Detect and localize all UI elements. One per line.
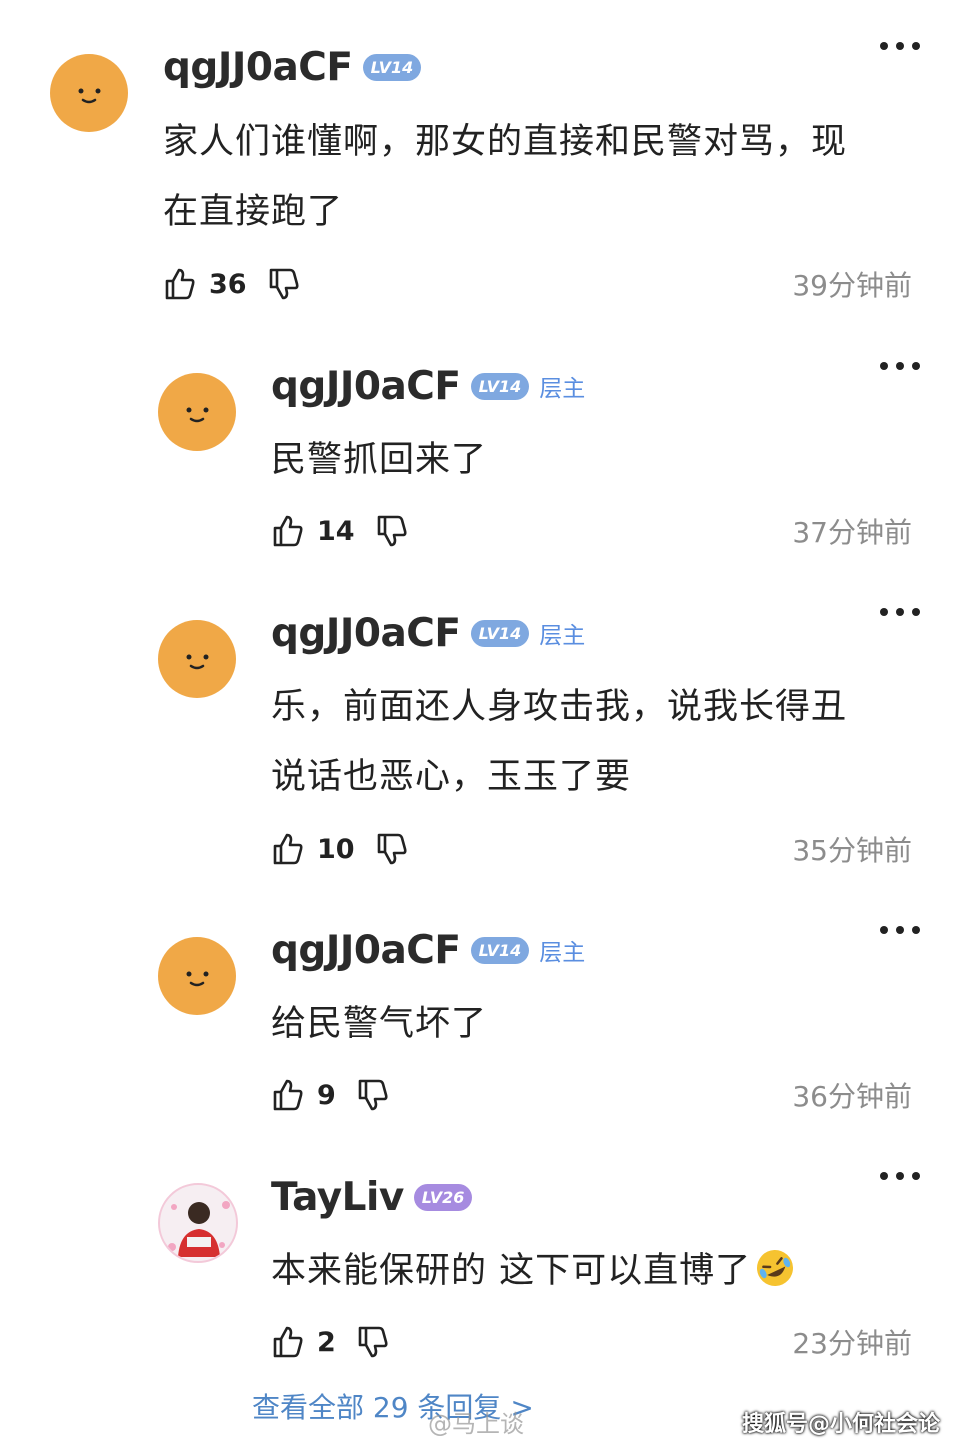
username[interactable]: qgJJ0aCF xyxy=(271,364,461,409)
like-icon[interactable] xyxy=(163,267,197,301)
level-badge: LV14 xyxy=(470,372,530,400)
comment-content: 乐，前面还人身攻击我，说我长得丑 说话也恶心，玉玉了要 xyxy=(271,672,847,812)
dislike-icon[interactable] xyxy=(356,1078,390,1112)
avatar[interactable] xyxy=(50,54,128,132)
like-icon[interactable] xyxy=(271,1325,305,1359)
timestamp: 39分钟前 xyxy=(792,269,912,302)
content-line: 在直接跑了 xyxy=(163,192,344,232)
level-badge: LV14 xyxy=(470,936,530,964)
dislike-icon[interactable] xyxy=(267,267,301,301)
username[interactable]: qgJJ0aCF xyxy=(271,928,461,973)
username[interactable]: qgJJ0aCF xyxy=(163,45,353,90)
op-tag: 层主 xyxy=(539,940,586,966)
avatar[interactable] xyxy=(158,1183,238,1263)
dislike-icon[interactable] xyxy=(375,832,409,866)
comment-content: 民警抓回来了 xyxy=(271,425,487,495)
level-badge: LV14 xyxy=(362,53,422,81)
content-text: 本来能保研的 这下可以直博了 xyxy=(271,1251,752,1291)
smiley-face-icon xyxy=(186,654,209,670)
avatar[interactable] xyxy=(158,937,236,1015)
more-icon[interactable] xyxy=(880,360,920,372)
like-count: 10 xyxy=(317,833,355,865)
like-count: 36 xyxy=(209,268,247,300)
timestamp: 35分钟前 xyxy=(792,834,912,867)
smiley-face-icon xyxy=(186,407,209,423)
like-count: 2 xyxy=(317,1326,336,1358)
action-bar: 2 xyxy=(271,1322,390,1362)
action-bar: 10 xyxy=(271,829,409,869)
smiley-face-icon xyxy=(78,88,101,104)
more-icon[interactable] xyxy=(880,40,920,52)
action-bar: 9 xyxy=(271,1075,390,1115)
like-count: 9 xyxy=(317,1079,336,1111)
content-line: 乐，前面还人身攻击我，说我长得丑 xyxy=(271,687,848,727)
dislike-icon[interactable] xyxy=(375,514,409,548)
comment-content: 家人们谁懂啊，那女的直接和民警对骂，现 在直接跑了 xyxy=(163,107,847,247)
content-line: 说话也恶心，玉玉了要 xyxy=(271,757,632,797)
rofl-emoji-icon xyxy=(757,1250,794,1286)
content-line: 本来能保研的 这下可以直博了 xyxy=(271,1236,795,1306)
op-tag: 层主 xyxy=(539,623,586,649)
timestamp: 36分钟前 xyxy=(792,1080,912,1113)
op-tag: 层主 xyxy=(539,376,586,402)
like-icon[interactable] xyxy=(271,1078,305,1112)
like-icon[interactable] xyxy=(271,514,305,548)
username[interactable]: TayLiv xyxy=(271,1175,404,1220)
dislike-icon[interactable] xyxy=(356,1325,390,1359)
name-row: qgJJ0aCF LV14 层主 xyxy=(271,608,585,658)
more-icon[interactable] xyxy=(880,1170,920,1182)
avatar[interactable] xyxy=(158,373,236,451)
content-line: 民警抓回来了 xyxy=(271,440,488,480)
watermark: 搜狐号@小何社会论 xyxy=(741,1412,940,1437)
timestamp: 23分钟前 xyxy=(792,1327,912,1360)
timestamp: 37分钟前 xyxy=(792,516,912,549)
name-row: qgJJ0aCF LV14 层主 xyxy=(271,925,585,975)
name-row: TayLiv LV26 xyxy=(271,1172,473,1222)
more-icon[interactable] xyxy=(880,606,920,618)
more-icon[interactable] xyxy=(880,924,920,936)
action-bar: 36 xyxy=(163,264,301,304)
content-line: 给民警气坏了 xyxy=(271,1004,488,1044)
comment-content: 给民警气坏了 xyxy=(271,989,487,1059)
like-count: 14 xyxy=(317,515,355,547)
username[interactable]: qgJJ0aCF xyxy=(271,611,461,656)
smiley-face-icon xyxy=(186,971,209,987)
avatar[interactable] xyxy=(158,620,236,698)
level-badge: LV26 xyxy=(413,1183,473,1211)
level-badge: LV14 xyxy=(470,619,530,647)
content-line: 家人们谁懂啊，那女的直接和民警对骂，现 xyxy=(163,122,848,162)
like-icon[interactable] xyxy=(271,832,305,866)
person-photo-icon xyxy=(168,1201,230,1257)
name-row: qgJJ0aCF LV14 层主 xyxy=(271,361,585,411)
name-row: qgJJ0aCF LV14 xyxy=(163,42,422,92)
watermark: @马上谈 xyxy=(428,1410,524,1438)
comment-content: 本来能保研的 这下可以直博了 xyxy=(271,1236,795,1306)
action-bar: 14 xyxy=(271,511,409,551)
